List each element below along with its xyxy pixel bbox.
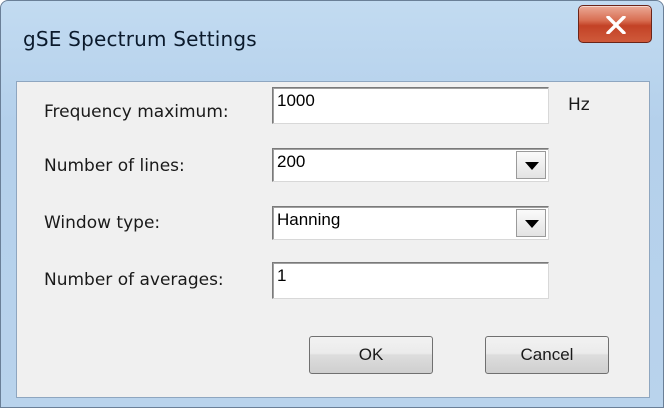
frequency-unit-label: Hz: [568, 95, 590, 115]
number-of-lines-dropdown-button[interactable]: [516, 151, 546, 179]
number-of-lines-label: Number of lines:: [44, 156, 185, 176]
window-type-label: Window type:: [44, 213, 161, 233]
chevron-down-icon: [525, 162, 539, 170]
chevron-down-icon: [525, 220, 539, 228]
ok-button[interactable]: OK: [309, 336, 433, 374]
dialog-content: Frequency maximum: 1000 Hz Number of lin…: [16, 81, 650, 398]
title-bar[interactable]: gSE Spectrum Settings: [1, 1, 663, 81]
frequency-maximum-input[interactable]: 1000: [272, 87, 549, 124]
window-title: gSE Spectrum Settings: [23, 27, 257, 51]
dialog-window: gSE Spectrum Settings Frequency maximum:…: [0, 0, 664, 408]
frequency-maximum-label: Frequency maximum:: [44, 102, 229, 122]
number-of-averages-input[interactable]: 1: [272, 262, 549, 299]
window-type-select[interactable]: Hanning: [272, 206, 549, 240]
cancel-button[interactable]: Cancel: [485, 336, 609, 374]
number-of-lines-select[interactable]: 200: [272, 148, 549, 182]
close-icon: [606, 16, 626, 34]
window-type-dropdown-button[interactable]: [516, 209, 546, 237]
window-type-value: Hanning: [277, 210, 341, 229]
number-of-lines-value: 200: [277, 152, 306, 171]
close-button[interactable]: [578, 5, 652, 43]
number-of-averages-label: Number of averages:: [44, 270, 224, 290]
